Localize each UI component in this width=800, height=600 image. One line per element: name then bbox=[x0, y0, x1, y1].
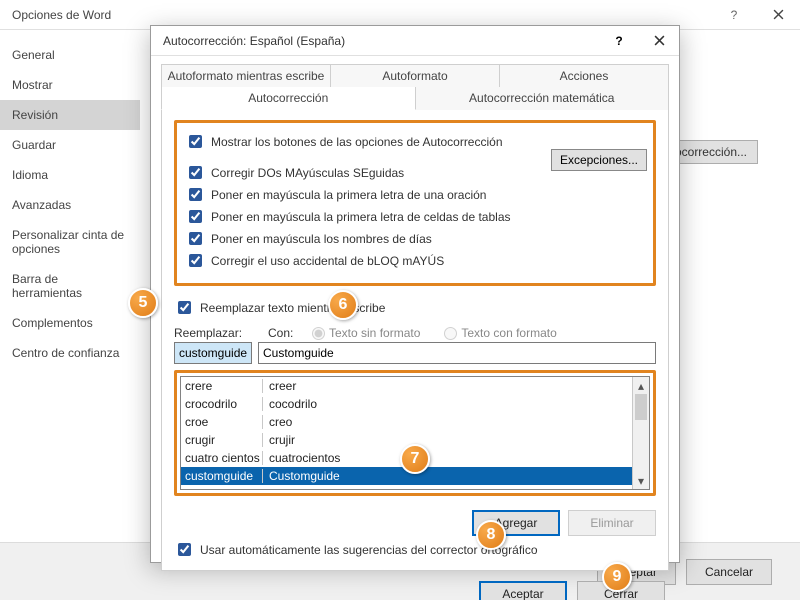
chk-first-cell-box[interactable] bbox=[189, 210, 202, 223]
sidebar-item-revisión[interactable]: Revisión bbox=[0, 100, 140, 130]
chk-two-caps-box[interactable] bbox=[189, 166, 202, 179]
tab-autoformato[interactable]: Autoformato bbox=[331, 64, 500, 87]
tab-row-1: Autoformato mientras escribeAutoformatoA… bbox=[161, 64, 669, 87]
list-highlight: crerecreercrocodrilococodrilocroecreocru… bbox=[174, 370, 656, 496]
radio-formatted-text[interactable]: Texto con formato bbox=[444, 326, 556, 340]
tab-autoformato-mientras-escribe[interactable]: Autoformato mientras escribe bbox=[161, 64, 331, 87]
help-icon[interactable]: ? bbox=[599, 26, 639, 56]
chk-show-buttons-box[interactable] bbox=[189, 135, 202, 148]
list-item[interactable]: crerecreer bbox=[181, 377, 632, 395]
dialog-ok-button[interactable]: Aceptar bbox=[479, 581, 567, 600]
tab-autocorrección-matemática[interactable]: Autocorrección matemática bbox=[416, 87, 670, 110]
scroll-thumb[interactable] bbox=[635, 394, 647, 420]
tab-acciones[interactable]: Acciones bbox=[500, 64, 669, 87]
label-with: Con: bbox=[268, 326, 288, 340]
callout-8: 8 bbox=[476, 520, 506, 550]
callout-7: 7 bbox=[400, 444, 430, 474]
radio-plain-text[interactable]: Texto sin formato bbox=[312, 326, 420, 340]
exceptions-button[interactable]: Excepciones... bbox=[551, 149, 647, 171]
tab-panel-autocorreccion: Mostrar los botones de las opciones de A… bbox=[161, 110, 669, 571]
sidebar: GeneralMostrarRevisiónGuardarIdiomaAvanz… bbox=[0, 30, 140, 560]
label-replace: Reemplazar: bbox=[174, 326, 244, 340]
chk-use-spellchecker[interactable]: Usar automáticamente las sugerencias del… bbox=[174, 540, 656, 559]
autocorrect-dialog: Autocorrección: Español (España) ? Autof… bbox=[150, 25, 680, 563]
list-scrollbar[interactable]: ▴ ▾ bbox=[632, 377, 649, 489]
tab-autocorrección[interactable]: Autocorrección bbox=[161, 87, 416, 110]
help-icon[interactable]: ? bbox=[712, 0, 756, 30]
delete-button: Eliminar bbox=[568, 510, 656, 536]
sidebar-item-mostrar[interactable]: Mostrar bbox=[0, 70, 140, 100]
dialog-titlebar: Autocorrección: Español (España) ? bbox=[151, 26, 679, 56]
callout-9: 9 bbox=[602, 562, 632, 592]
chk-first-sentence-box[interactable] bbox=[189, 188, 202, 201]
list-actions: Agregar Eliminar bbox=[174, 510, 656, 536]
chk-first-cell[interactable]: Poner en mayúscula la primera letra de c… bbox=[185, 207, 645, 226]
close-icon[interactable] bbox=[756, 0, 800, 30]
sidebar-item-complementos[interactable]: Complementos bbox=[0, 308, 140, 338]
chk-replace-text-box[interactable] bbox=[178, 301, 191, 314]
replace-input[interactable] bbox=[174, 342, 252, 364]
chk-first-sentence[interactable]: Poner en mayúscula la primera letra de u… bbox=[185, 185, 645, 204]
tab-row-2: AutocorrecciónAutocorrección matemática bbox=[161, 87, 669, 110]
sidebar-item-avanzadas[interactable]: Avanzadas bbox=[0, 190, 140, 220]
chk-day-names-box[interactable] bbox=[189, 232, 202, 245]
radio-formatted-text-input[interactable] bbox=[444, 327, 457, 340]
replace-labels-row: Reemplazar: Con: Texto sin formato Texto… bbox=[174, 326, 656, 340]
chk-replace-text[interactable]: Reemplazar texto mientras escribe bbox=[174, 298, 656, 317]
callout-5: 5 bbox=[128, 288, 158, 318]
list-item[interactable]: croecreo bbox=[181, 413, 632, 431]
chk-capslock[interactable]: Corregir el uso accidental de bLOQ mAYÚS bbox=[185, 251, 645, 270]
options-group-highlight: Mostrar los botones de las opciones de A… bbox=[174, 120, 656, 286]
scroll-up-icon[interactable]: ▴ bbox=[633, 377, 649, 394]
chk-use-spellchecker-box[interactable] bbox=[178, 543, 191, 556]
scroll-down-icon[interactable]: ▾ bbox=[633, 472, 649, 489]
chk-day-names[interactable]: Poner en mayúscula los nombres de días bbox=[185, 229, 645, 248]
sidebar-item-idioma[interactable]: Idioma bbox=[0, 160, 140, 190]
sidebar-item-centro-de-confianza[interactable]: Centro de confianza bbox=[0, 338, 140, 368]
dialog-footer: Aceptar Cerrar bbox=[151, 571, 679, 600]
sidebar-item-guardar[interactable]: Guardar bbox=[0, 130, 140, 160]
close-icon[interactable] bbox=[639, 26, 679, 56]
sidebar-item-barra-de-herramientas[interactable]: Barra de herramientas bbox=[0, 264, 140, 308]
chk-capslock-box[interactable] bbox=[189, 254, 202, 267]
sidebar-item-general[interactable]: General bbox=[0, 40, 140, 70]
with-input[interactable] bbox=[258, 342, 656, 364]
radio-plain-text-input[interactable] bbox=[312, 327, 325, 340]
parent-cancel-button[interactable]: Cancelar bbox=[686, 559, 772, 585]
list-item[interactable]: crocodrilococodrilo bbox=[181, 395, 632, 413]
replace-fields-row bbox=[174, 342, 656, 364]
sidebar-item-personalizar-cinta-de-opciones[interactable]: Personalizar cinta de opciones bbox=[0, 220, 140, 264]
parent-title: Opciones de Word bbox=[12, 8, 712, 22]
callout-6: 6 bbox=[328, 290, 358, 320]
dialog-title: Autocorrección: Español (España) bbox=[163, 34, 599, 48]
